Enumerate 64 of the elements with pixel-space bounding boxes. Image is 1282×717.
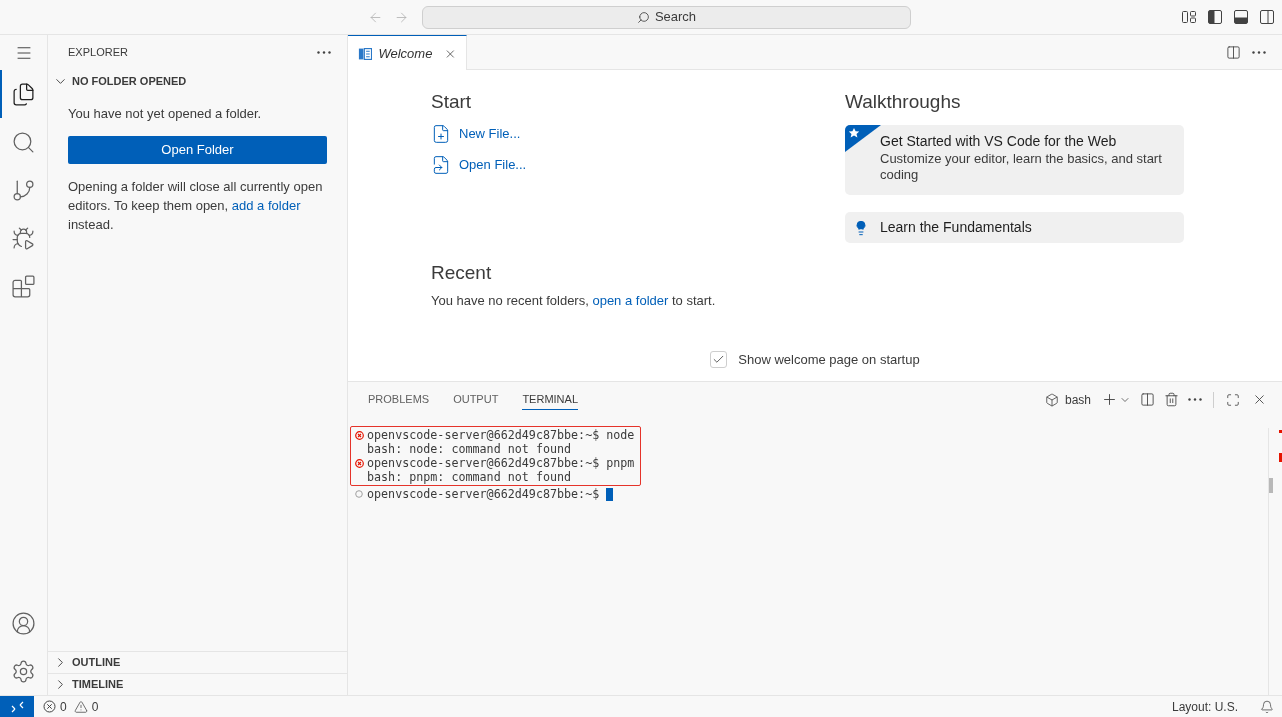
terminal-line: openvscode-server@662d49c87bbe:~$ bbox=[367, 487, 600, 501]
lightbulb-icon bbox=[853, 219, 869, 236]
split-icon bbox=[1225, 44, 1241, 60]
startup-checkbox[interactable] bbox=[710, 350, 728, 368]
panel-tab[interactable]: PROBLEMS bbox=[368, 389, 430, 410]
file-arrow-icon bbox=[431, 155, 451, 175]
angle-brackets-icon bbox=[10, 700, 24, 713]
trash-icon bbox=[1163, 392, 1179, 407]
section-heading: Start bbox=[431, 90, 473, 114]
warning-count: 0 bbox=[91, 698, 99, 716]
terminal-line: openvscode-server@662d49c87bbe:~$ node bbox=[367, 428, 635, 442]
keyboard-layout-status[interactable]: Layout: U.S. bbox=[1167, 696, 1242, 717]
ellipsis-icon bbox=[317, 51, 331, 54]
ellipsis-icon bbox=[1188, 398, 1202, 401]
blocks-icon bbox=[11, 273, 36, 299]
no-folder-message: You have not yet opened a folder. bbox=[68, 105, 263, 123]
cube-icon bbox=[1044, 392, 1059, 407]
open-folder-link[interactable]: open a folder bbox=[592, 293, 669, 308]
search-icon bbox=[636, 10, 650, 24]
recent-message: You have no recent folders, open a folder to start. bbox=[431, 292, 717, 310]
error-circle-icon bbox=[43, 700, 56, 713]
document-icon bbox=[358, 45, 373, 62]
ellipsis-icon bbox=[1252, 50, 1266, 54]
arrow-left-icon bbox=[367, 9, 383, 25]
search-field[interactable]: Search bbox=[422, 5, 911, 29]
section-heading: Recent bbox=[431, 261, 493, 285]
terminal-line: bash: pnpm: command not found bbox=[367, 470, 572, 484]
start-link[interactable]: New File... bbox=[431, 124, 521, 144]
account-icon bbox=[11, 610, 36, 636]
checkbox-label: Show welcome page on startup bbox=[738, 350, 920, 369]
terminal-line: bash: node: command not found bbox=[367, 442, 572, 456]
warning-icon bbox=[73, 699, 88, 714]
plus-icon bbox=[1101, 391, 1118, 408]
bell-icon bbox=[1260, 699, 1274, 714]
maximize-icon bbox=[1226, 392, 1240, 407]
section-header[interactable]: NO FOLDER OPENED bbox=[48, 70, 347, 92]
walkthrough-card[interactable]: Get Started with VS Code for the Web Customize your editor, learn the basics, and start coding bbox=[845, 125, 1184, 195]
add-folder-link[interactable]: add a folder bbox=[231, 198, 301, 213]
problems-status[interactable]: 0 0 bbox=[42, 696, 100, 717]
sidebar-title: EXPLORER bbox=[68, 45, 128, 61]
error-count: 0 bbox=[60, 698, 67, 716]
section-header[interactable]: OUTLINE bbox=[48, 651, 347, 673]
bug-play-icon bbox=[11, 225, 36, 251]
start-link[interactable]: Open File... bbox=[431, 155, 527, 175]
search-placeholder: Search bbox=[654, 8, 697, 27]
editor-tab[interactable]: Welcome bbox=[348, 35, 467, 71]
folder-note: Opening a folder will close all currently open editors. To keep them open, add a folder instead. bbox=[68, 178, 324, 234]
star-corner-icon bbox=[845, 125, 881, 152]
search-icon bbox=[11, 129, 36, 155]
files-icon bbox=[11, 81, 36, 107]
section-heading: Walkthroughs bbox=[845, 90, 962, 114]
layout-icon bbox=[1181, 9, 1197, 25]
open-folder-button[interactable]: Open Folder bbox=[68, 136, 327, 164]
remote-button[interactable] bbox=[0, 696, 34, 717]
terminal-line: openvscode-server@662d49c87bbe:~$ pnpm bbox=[367, 456, 635, 470]
panel-tab[interactable]: OUTPUT bbox=[453, 389, 499, 410]
terminal[interactable]: openvscode-server@662d49c87bbe:~$ node bash: node: command not found openvscode-server@662d49c87bbe:~$ pnpm bash: pnpm: command not found openvscode-server@662d49c87bbe:~$ bbox=[348, 417, 1282, 695]
settings-icon bbox=[11, 658, 36, 684]
arrow-right-icon bbox=[393, 9, 409, 25]
file-plus-icon bbox=[431, 124, 451, 144]
walkthrough-card[interactable]: Learn the Fundamentals bbox=[845, 212, 1184, 243]
split-icon bbox=[1139, 392, 1155, 407]
terminal-selector[interactable]: bash bbox=[1044, 388, 1097, 411]
panel-tab[interactable]: TERMINAL bbox=[522, 389, 578, 410]
